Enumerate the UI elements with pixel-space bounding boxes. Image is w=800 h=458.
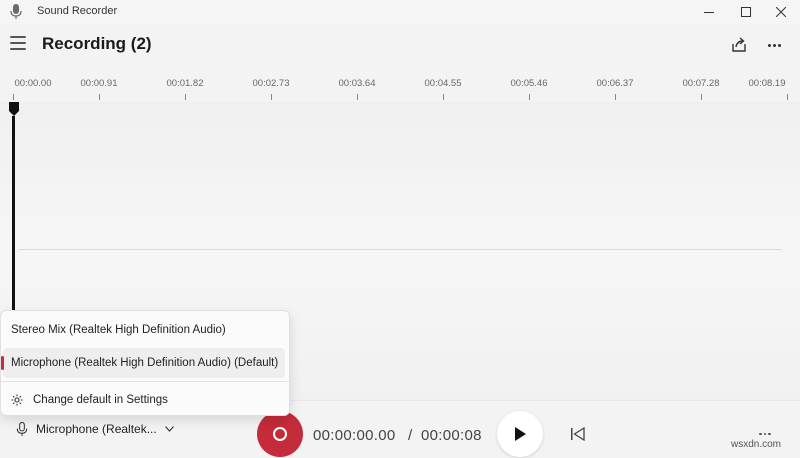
selected-indicator	[1, 356, 4, 370]
tick-label: 00:08.19	[748, 78, 786, 89]
record-button[interactable]	[257, 411, 303, 457]
tick-mark	[99, 94, 100, 100]
tick-label: 00:00.00	[14, 78, 52, 89]
tick-mark	[185, 94, 186, 100]
more-icon[interactable]	[763, 35, 785, 55]
microphone-icon	[10, 4, 22, 19]
window-title: Sound Recorder	[37, 5, 118, 17]
tick-mark	[529, 94, 530, 100]
tick-mark	[271, 94, 272, 100]
chevron-down-icon	[164, 426, 174, 432]
maximize-icon	[741, 7, 751, 17]
microphone-select-label: Microphone (Realtek...	[36, 422, 157, 436]
gear-icon	[11, 394, 23, 406]
menu-divider	[1, 381, 289, 382]
input-device-menu: Stereo Mix (Realtek High Definition Audi…	[0, 310, 290, 416]
minimize-icon	[704, 12, 714, 13]
tick-label: 00:07.28	[682, 78, 720, 89]
playhead[interactable]	[12, 116, 15, 326]
menu-item-label: Change default in Settings	[33, 394, 168, 406]
tick-label: 00:04.55	[424, 78, 462, 89]
tick-label: 00:05.46	[510, 78, 548, 89]
center-line	[18, 249, 782, 250]
tick-mark	[357, 94, 358, 100]
microphone-icon	[16, 421, 28, 436]
close-button[interactable]	[764, 0, 798, 24]
tick-label: 00:00.91	[80, 78, 118, 89]
page-header: Recording (2)	[0, 24, 800, 66]
current-time: 00:00:00.00	[313, 427, 396, 444]
playhead-handle[interactable]	[9, 102, 19, 116]
title-bar: Sound Recorder	[0, 0, 800, 24]
microphone-select[interactable]: Microphone (Realtek...	[16, 419, 174, 439]
tick-label: 00:01.82	[166, 78, 204, 89]
tick-mark	[615, 94, 616, 100]
menu-item-label: Stereo Mix (Realtek High Definition Audi…	[11, 324, 226, 336]
tick-label: 00:03.64	[338, 78, 376, 89]
hamburger-icon[interactable]	[10, 36, 26, 50]
close-icon	[776, 7, 786, 17]
tick-mark	[443, 94, 444, 100]
menu-item-label: Microphone (Realtek High Definition Audi…	[11, 357, 279, 369]
page-title: Recording (2)	[42, 34, 152, 53]
play-button[interactable]	[497, 411, 543, 457]
tick-mark	[13, 94, 14, 100]
tick-mark	[787, 94, 788, 100]
minimize-button[interactable]	[692, 0, 726, 24]
timeline-ruler: 00:00.00 00:00.91 00:01.82 00:02.73 00:0…	[0, 74, 800, 102]
watermark: wsxdn.com	[731, 439, 782, 450]
time-separator: /	[408, 427, 413, 444]
skip-to-start-icon[interactable]	[570, 427, 586, 441]
share-icon[interactable]	[728, 34, 750, 56]
total-time: 00:00:08	[421, 427, 482, 444]
more-icon[interactable]	[759, 431, 775, 437]
tick-label: 00:02.73	[252, 78, 290, 89]
change-default-settings-link[interactable]: Change default in Settings	[3, 385, 285, 415]
record-icon	[273, 427, 287, 441]
menu-item-microphone[interactable]: Microphone (Realtek High Definition Audi…	[1, 348, 285, 378]
tick-label: 00:06.37	[596, 78, 634, 89]
maximize-button[interactable]	[729, 0, 763, 24]
menu-item-stereo-mix[interactable]: Stereo Mix (Realtek High Definition Audi…	[3, 315, 285, 345]
tick-mark	[701, 94, 702, 100]
play-icon	[515, 427, 526, 441]
